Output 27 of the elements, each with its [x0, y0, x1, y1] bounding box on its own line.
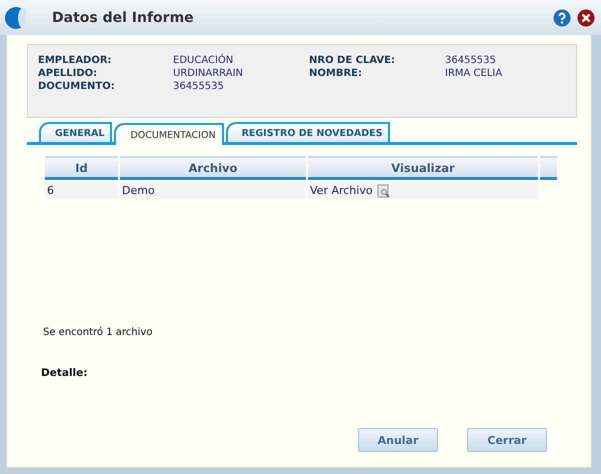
- dialog-button[interactable]: Cerrar: [467, 428, 547, 452]
- field-value: 36455535: [173, 81, 225, 92]
- tab[interactable]: DOCUMENTACION: [114, 123, 224, 145]
- field-label: EMPLEADOR:: [38, 55, 113, 66]
- column-header[interactable]: Id: [45, 156, 118, 180]
- field-label: NOMBRE:: [309, 68, 363, 79]
- window-title: Datos del Informe: [52, 10, 195, 26]
- field-value: 36455535: [445, 55, 497, 66]
- field-label: APELLIDO:: [38, 68, 98, 79]
- field-label: DOCUMENTO:: [38, 81, 116, 92]
- table-cell: Demo: [120, 182, 306, 199]
- column-header[interactable]: Archivo: [120, 156, 306, 180]
- close-icon[interactable]: [577, 8, 595, 26]
- field-value: IRMA CELIA: [445, 68, 504, 79]
- detail-label: Detalle:: [41, 367, 88, 379]
- column-header[interactable]: Visualizar: [308, 156, 538, 180]
- dialog-button[interactable]: Anular: [358, 428, 438, 452]
- tab[interactable]: GENERAL: [39, 122, 112, 142]
- help-icon[interactable]: [553, 8, 571, 26]
- field-value: EDUCACIÓN: [173, 55, 234, 66]
- result-count-text: Se encontró 1 archivo: [43, 327, 154, 338]
- magnifier-icon[interactable]: [376, 184, 391, 198]
- logo-icon: [4, 6, 26, 30]
- tab[interactable]: REGISTRO DE NOVEDADES: [226, 122, 390, 142]
- field-value: URDINARRAIN: [173, 68, 244, 79]
- table-cell: 6: [45, 182, 118, 199]
- field-label: NRO DE CLAVE:: [309, 55, 396, 66]
